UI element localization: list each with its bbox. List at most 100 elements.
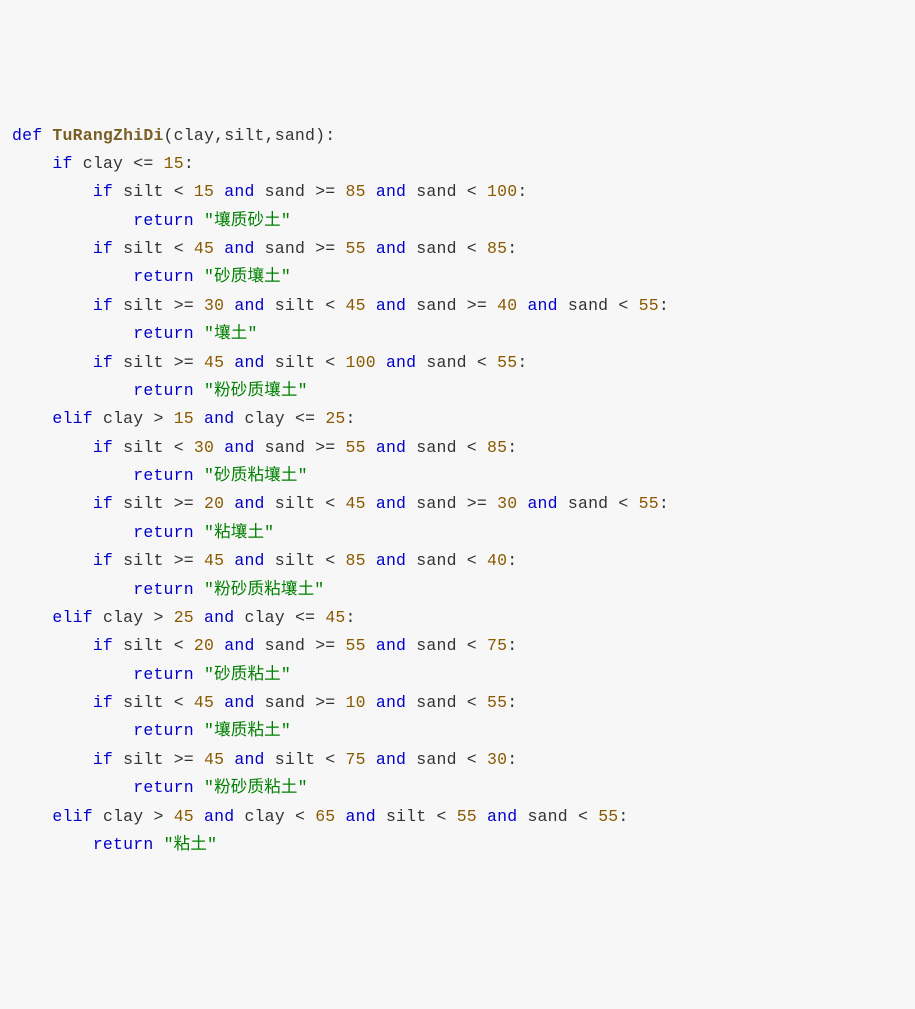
id-silt: silt [123,239,163,258]
num-40: 40 [497,296,517,315]
num-100: 100 [487,182,517,201]
kw-and: and [224,182,254,201]
num-55: 55 [598,807,618,826]
num-75: 75 [487,636,507,655]
kw-return: return [133,381,194,400]
id-sand: sand [416,438,456,457]
num-55: 55 [346,636,366,655]
colon: : [507,750,517,769]
id-silt: silt [123,182,163,201]
id-clay: clay [244,807,284,826]
code-block: def TuRangZhiDi(clay,silt,sand): if clay… [12,122,903,860]
op-lt: < [174,636,184,655]
kw-and: and [204,807,234,826]
id-sand: sand [416,551,456,570]
str-niantu: "粘土" [164,835,218,854]
comma: , [265,126,275,145]
kw-if: if [93,750,113,769]
op-lt: < [467,750,477,769]
kw-and: and [234,353,264,372]
kw-and: and [376,494,406,513]
param-silt: silt [224,126,264,145]
id-sand: sand [416,239,456,258]
id-silt: silt [386,807,426,826]
kw-and: and [386,353,416,372]
id-clay: clay [103,409,143,428]
colon: : [618,807,628,826]
id-silt: silt [123,494,163,513]
id-sand: sand [265,636,305,655]
op-le: <= [295,608,315,627]
id-sand: sand [265,438,305,457]
colon: : [659,494,669,513]
id-sand: sand [265,182,305,201]
num-30: 30 [497,494,517,513]
op-lt: < [436,807,446,826]
kw-and: and [234,750,264,769]
str-fenshazhinianrangtu: "粉砂质粘壤土" [204,580,324,599]
str-nianrangtu: "粘壤土" [204,523,274,542]
id-silt: silt [275,353,315,372]
kw-if: if [93,551,113,570]
num-45: 45 [194,239,214,258]
op-lt: < [325,750,335,769]
kw-and: and [346,807,376,826]
id-silt: silt [123,551,163,570]
id-sand: sand [416,693,456,712]
comma: , [214,126,224,145]
num-85: 85 [346,551,366,570]
op-lt: < [467,693,477,712]
id-sand: sand [265,693,305,712]
colon: : [507,239,517,258]
id-sand: sand [527,807,567,826]
str-fenshazhiniantu: "粉砂质粘土" [204,778,308,797]
kw-return: return [133,324,194,343]
id-clay: clay [103,608,143,627]
num-55: 55 [639,296,659,315]
num-30: 30 [194,438,214,457]
colon: : [517,182,527,201]
id-sand: sand [426,353,466,372]
id-silt: silt [275,494,315,513]
op-ge: >= [467,494,487,513]
op-le: <= [133,154,153,173]
op-lt: < [618,296,628,315]
op-lt: < [325,551,335,570]
paren-close: ) [315,126,325,145]
num-55: 55 [639,494,659,513]
op-gt: > [153,608,163,627]
op-lt: < [174,693,184,712]
id-silt: silt [123,438,163,457]
num-65: 65 [315,807,335,826]
kw-if: if [93,693,113,712]
id-sand: sand [265,239,305,258]
kw-and: and [376,438,406,457]
kw-elif: elif [52,807,92,826]
kw-and: and [376,551,406,570]
num-45: 45 [346,494,366,513]
kw-and: and [234,494,264,513]
str-shazhiniantu: "砂质粘土" [204,665,291,684]
kw-return: return [133,778,194,797]
kw-return: return [133,721,194,740]
num-55: 55 [346,438,366,457]
kw-def: def [12,126,42,145]
num-85: 85 [346,182,366,201]
kw-return: return [133,580,194,599]
colon: : [346,409,356,428]
id-silt: silt [123,353,163,372]
num-85: 85 [487,438,507,457]
str-rangzhishatu: "壤质砂土" [204,211,291,230]
id-sand: sand [416,750,456,769]
str-rangzhiniantu: "壤质粘土" [204,721,291,740]
kw-and: and [527,494,557,513]
kw-and: and [234,296,264,315]
kw-and: and [204,409,234,428]
op-ge: >= [315,438,335,457]
num-55: 55 [457,807,477,826]
id-silt: silt [123,750,163,769]
str-rangtu: "壤土" [204,324,258,343]
paren-open: ( [164,126,174,145]
kw-if: if [93,636,113,655]
id-silt: silt [123,693,163,712]
